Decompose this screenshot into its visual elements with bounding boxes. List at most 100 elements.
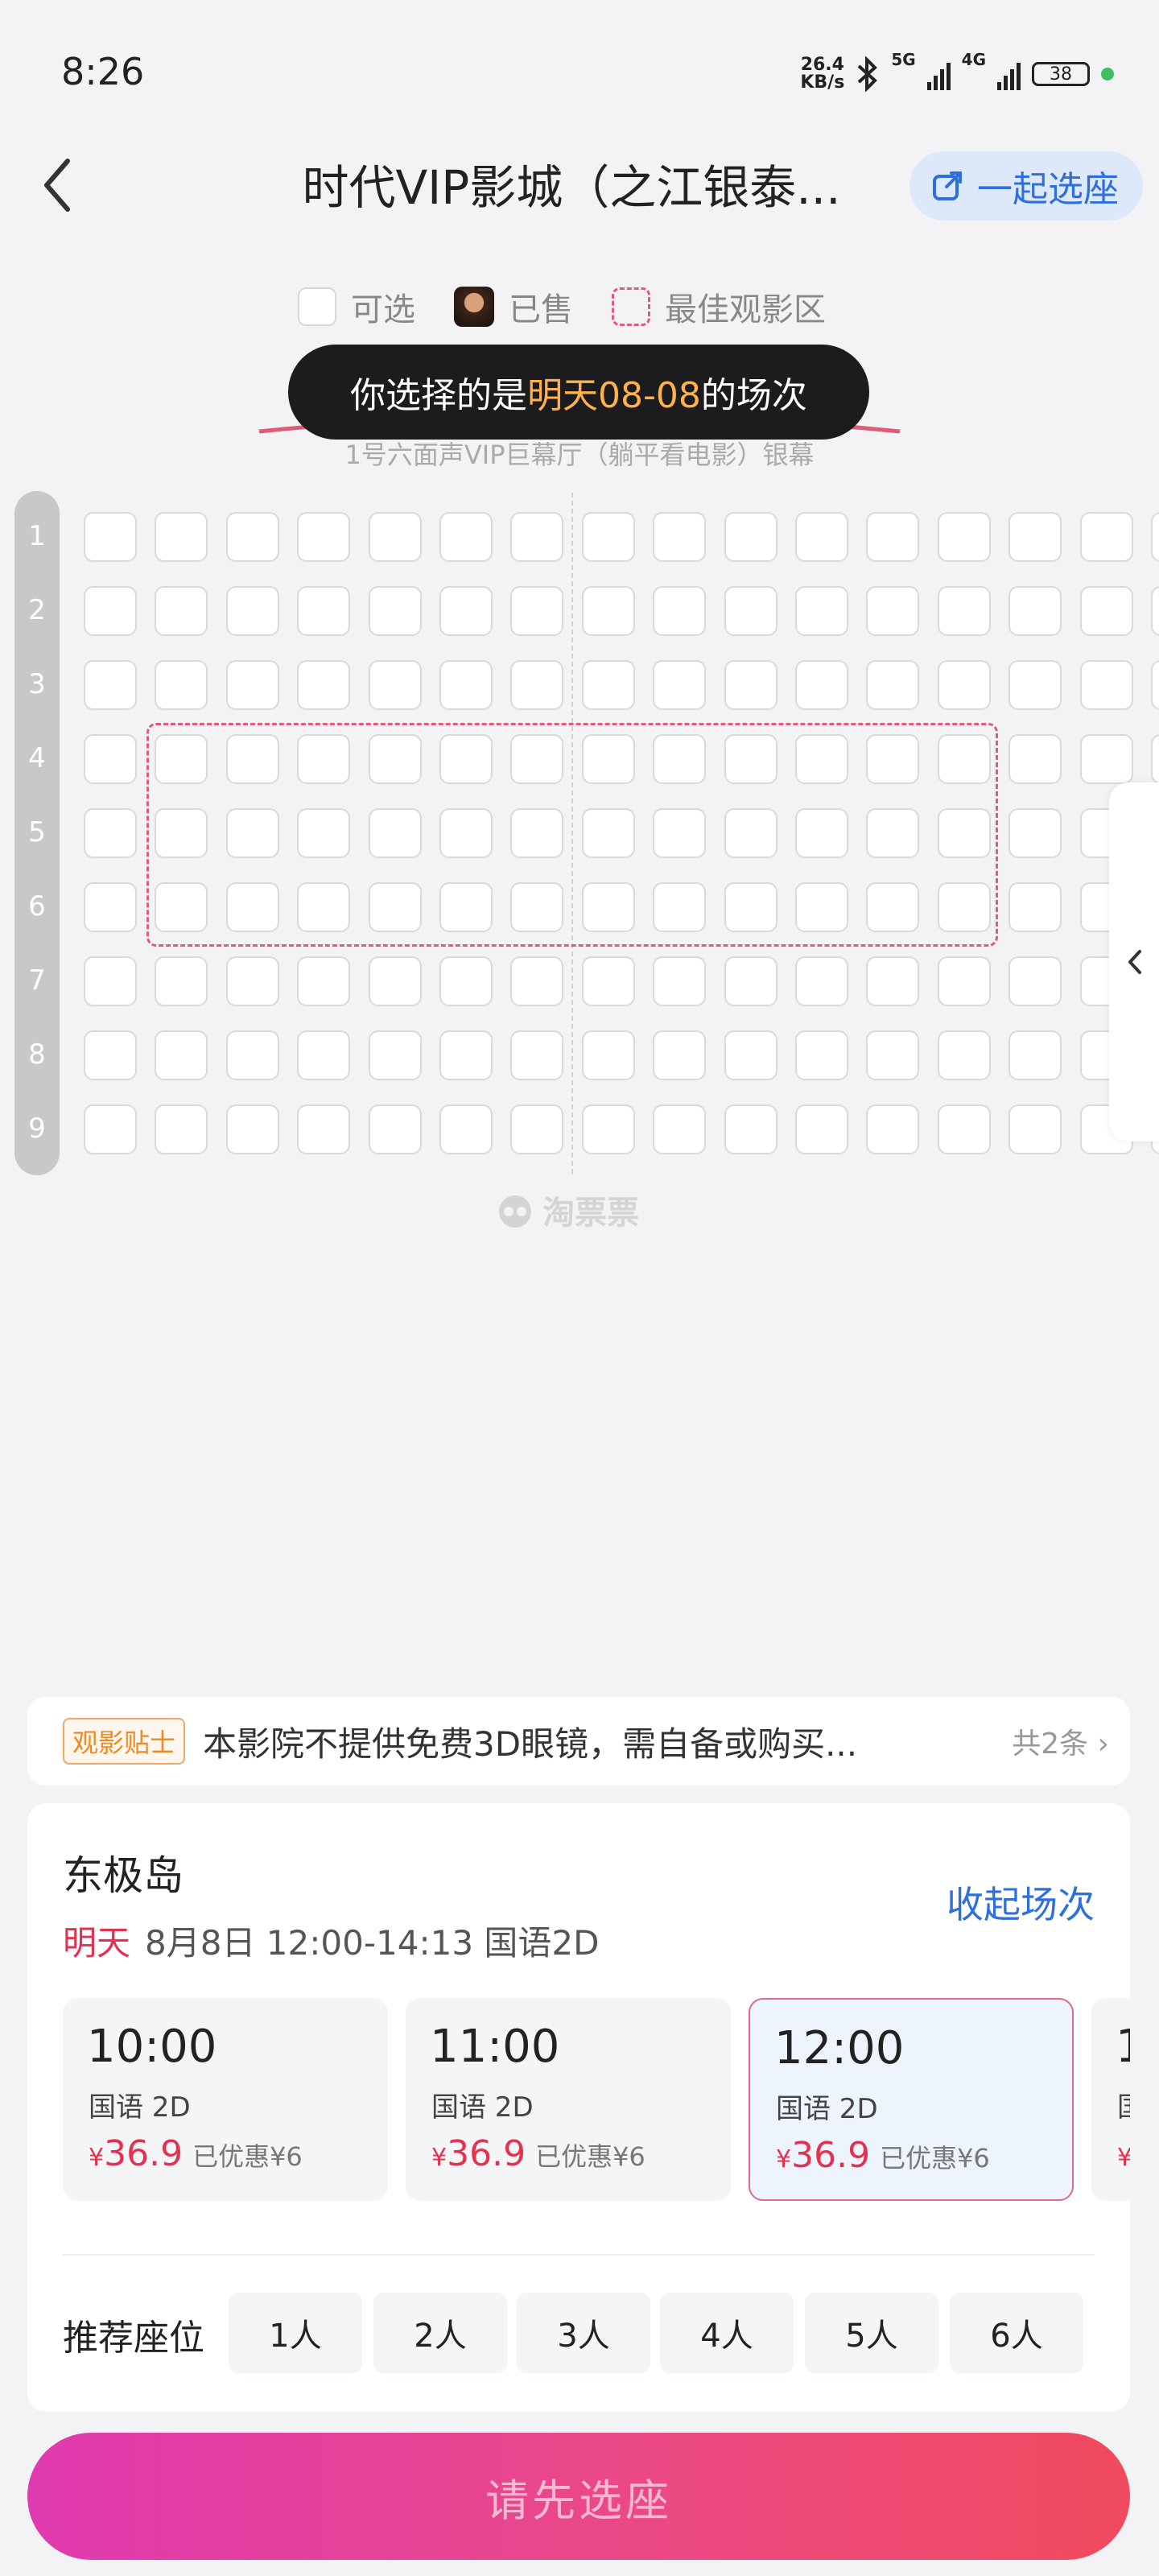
seat[interactable]: [439, 512, 493, 562]
seat[interactable]: [724, 956, 777, 1006]
seat[interactable]: [1151, 512, 1159, 562]
seat[interactable]: [439, 956, 493, 1006]
seat[interactable]: [84, 1030, 137, 1080]
showtime-card-selected[interactable]: 12:00 国语 2D ¥36.9 已优惠¥6: [749, 1998, 1074, 2201]
seat[interactable]: [581, 512, 635, 562]
recommend-5-button[interactable]: 5人: [805, 2293, 938, 2373]
seat[interactable]: [225, 586, 279, 636]
seat[interactable]: [368, 1030, 422, 1080]
seat[interactable]: [368, 660, 422, 710]
showtime-card[interactable]: 10:00 国语 2D ¥36.9 已优惠¥6: [63, 1998, 388, 2201]
seat[interactable]: [368, 512, 422, 562]
seat[interactable]: [653, 956, 707, 1006]
seat[interactable]: [581, 586, 635, 636]
seat[interactable]: [653, 512, 707, 562]
seat[interactable]: [368, 586, 422, 636]
seat[interactable]: [937, 1104, 991, 1154]
side-panel-handle[interactable]: [1109, 782, 1159, 1141]
seat[interactable]: [795, 956, 848, 1006]
seat[interactable]: [795, 586, 848, 636]
seat[interactable]: [297, 956, 351, 1006]
seat[interactable]: [795, 660, 848, 710]
seat[interactable]: [225, 1030, 279, 1080]
seat[interactable]: [225, 660, 279, 710]
seat[interactable]: [1079, 512, 1133, 562]
seat[interactable]: [155, 956, 208, 1006]
seat[interactable]: [653, 586, 707, 636]
seat[interactable]: [1079, 734, 1133, 784]
seat[interactable]: [1151, 586, 1159, 636]
seat[interactable]: [1008, 882, 1062, 932]
seat[interactable]: [225, 1104, 279, 1154]
seat[interactable]: [581, 660, 635, 710]
recommend-6-button[interactable]: 6人: [950, 2293, 1083, 2373]
seat[interactable]: [937, 1030, 991, 1080]
showtime-card[interactable]: 11:00 国语 2D ¥36.9 已优惠¥6: [406, 1998, 731, 2201]
seat[interactable]: [368, 956, 422, 1006]
seat[interactable]: [1008, 808, 1062, 858]
seat[interactable]: [937, 512, 991, 562]
seat[interactable]: [1151, 660, 1159, 710]
seat[interactable]: [581, 956, 635, 1006]
viewing-tips-bar[interactable]: 观影贴士 本影院不提供免费3D眼镜，需自备或购买... 共2条 ›: [27, 1697, 1130, 1785]
tips-count[interactable]: 共2条 ›: [1012, 1720, 1109, 1762]
back-icon[interactable]: [35, 153, 84, 217]
seat[interactable]: [155, 1104, 208, 1154]
seat[interactable]: [1008, 1030, 1062, 1080]
seat[interactable]: [866, 1104, 920, 1154]
seat[interactable]: [866, 956, 920, 1006]
seat[interactable]: [510, 586, 564, 636]
seat[interactable]: [1151, 734, 1159, 784]
seat[interactable]: [653, 660, 707, 710]
seat[interactable]: [510, 1104, 564, 1154]
seat[interactable]: [297, 1030, 351, 1080]
seat[interactable]: [937, 956, 991, 1006]
seat[interactable]: [1008, 512, 1062, 562]
seat[interactable]: [84, 1104, 137, 1154]
seat[interactable]: [1008, 734, 1062, 784]
seat[interactable]: [1008, 586, 1062, 636]
seat[interactable]: [581, 1104, 635, 1154]
seat[interactable]: [155, 512, 208, 562]
seat[interactable]: [84, 882, 137, 932]
seat[interactable]: [653, 1104, 707, 1154]
seat[interactable]: [84, 956, 137, 1006]
seat[interactable]: [84, 660, 137, 710]
seat[interactable]: [510, 1030, 564, 1080]
seat[interactable]: [297, 1104, 351, 1154]
seat[interactable]: [724, 1030, 777, 1080]
seat[interactable]: [439, 1104, 493, 1154]
recommend-3-button[interactable]: 3人: [517, 2293, 650, 2373]
seat[interactable]: [439, 1030, 493, 1080]
seat[interactable]: [1079, 586, 1133, 636]
seat[interactable]: [297, 586, 351, 636]
seat[interactable]: [866, 586, 920, 636]
seat[interactable]: [581, 1030, 635, 1080]
seat[interactable]: [866, 1030, 920, 1080]
seat[interactable]: [84, 512, 137, 562]
recommend-4-button[interactable]: 4人: [660, 2293, 794, 2373]
seat[interactable]: [225, 956, 279, 1006]
select-seat-first-button[interactable]: 请先选座: [27, 2433, 1130, 2560]
seat[interactable]: [155, 660, 208, 710]
seat[interactable]: [1079, 660, 1133, 710]
seat[interactable]: [795, 1030, 848, 1080]
seat[interactable]: [510, 660, 564, 710]
seat[interactable]: [866, 660, 920, 710]
seat[interactable]: [724, 586, 777, 636]
seat[interactable]: [155, 1030, 208, 1080]
seat[interactable]: [84, 734, 137, 784]
seat[interactable]: [1008, 1104, 1062, 1154]
seat[interactable]: [439, 660, 493, 710]
seat[interactable]: [155, 586, 208, 636]
collapse-sessions-button[interactable]: 收起场次: [947, 1876, 1095, 1929]
seat[interactable]: [225, 512, 279, 562]
showtime-card[interactable]: 1 国 ¥: [1091, 1998, 1130, 2201]
seat[interactable]: [724, 660, 777, 710]
recommend-2-button[interactable]: 2人: [373, 2293, 507, 2373]
seat[interactable]: [1008, 660, 1062, 710]
seat[interactable]: [368, 1104, 422, 1154]
seat[interactable]: [795, 512, 848, 562]
select-together-button[interactable]: 一起选座: [909, 151, 1143, 221]
seat[interactable]: [937, 586, 991, 636]
